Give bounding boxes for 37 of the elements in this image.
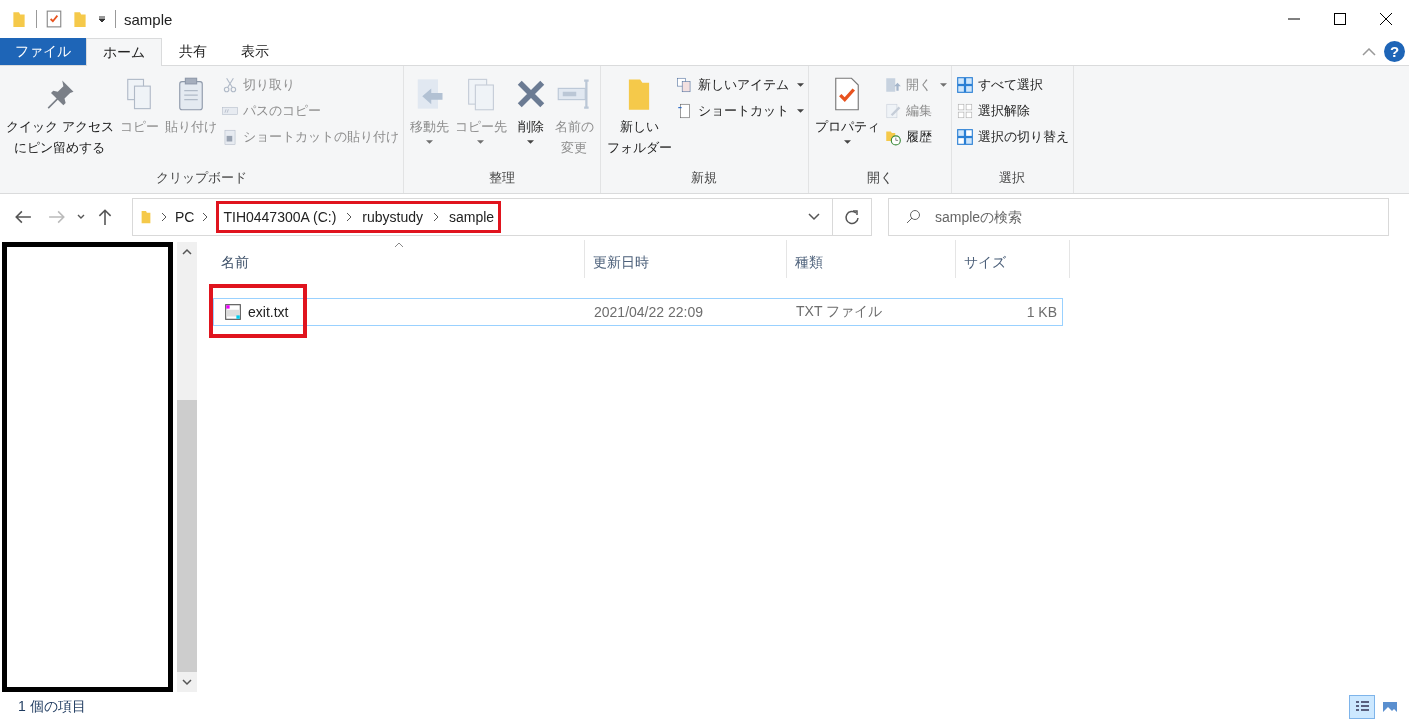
group-label: 開く (865, 169, 894, 187)
file-type: TXT ファイル (795, 303, 884, 321)
group-label: 選択 (998, 169, 1027, 187)
breadcrumb[interactable]: sample (449, 209, 495, 225)
ribbon-tab[interactable]: ホーム (86, 38, 162, 66)
ribbon-tab[interactable]: 表示 (224, 38, 286, 65)
column-header[interactable]: 種類 (787, 240, 956, 278)
group-label: 新規 (690, 169, 719, 187)
item-count: 1 個の項目 (18, 698, 86, 716)
ribbon-button[interactable]: ショートカット (675, 100, 804, 122)
column-header[interactable]: 名前 (213, 240, 585, 278)
ribbon-button[interactable]: 新しいアイテム (675, 74, 804, 96)
ribbon-button[interactable]: 選択の切り替え (955, 126, 1069, 148)
modified-date: 2021/04/22 22:09 (593, 304, 704, 320)
ribbon-button[interactable]: すべて選択 (955, 74, 1069, 96)
breadcrumb[interactable]: PC (175, 209, 195, 225)
group-label: 整理 (487, 169, 516, 187)
ribbon-button[interactable]: プロパティ (812, 70, 882, 169)
address-bar[interactable]: PC TIH0447300A (C:) rubystudy sample (132, 198, 872, 236)
group-label: クリップボード (154, 169, 248, 187)
file-size: 1 KB (1025, 304, 1057, 320)
ribbon-button[interactable]: 削除 (510, 70, 551, 169)
column-header[interactable]: サイズ (956, 240, 1070, 278)
window-title: sample (124, 10, 173, 28)
column-header[interactable]: 更新日時 (585, 240, 787, 278)
ribbon-tab[interactable]: 共有 (162, 38, 224, 65)
search-field[interactable]: sampleの検索 (888, 198, 1389, 236)
file-name: exit.txt (248, 304, 289, 320)
ribbon-button[interactable]: 新しい フォルダー (604, 70, 674, 169)
ribbon-button[interactable]: 履歴 (883, 126, 947, 148)
file-tab[interactable]: ファイル (0, 38, 86, 65)
file-row[interactable]: exit.txt 2021/04/22 22:09 TXT ファイル 1 KB (213, 298, 1063, 326)
ribbon-button[interactable]: クイック アクセス にピン留めする (4, 70, 116, 169)
breadcrumb[interactable]: rubystudy (362, 209, 423, 225)
breadcrumb[interactable]: TIH0447300A (C:) (223, 209, 337, 225)
help-button[interactable]: ? (1384, 41, 1405, 62)
ribbon-button[interactable]: 選択解除 (955, 100, 1069, 122)
